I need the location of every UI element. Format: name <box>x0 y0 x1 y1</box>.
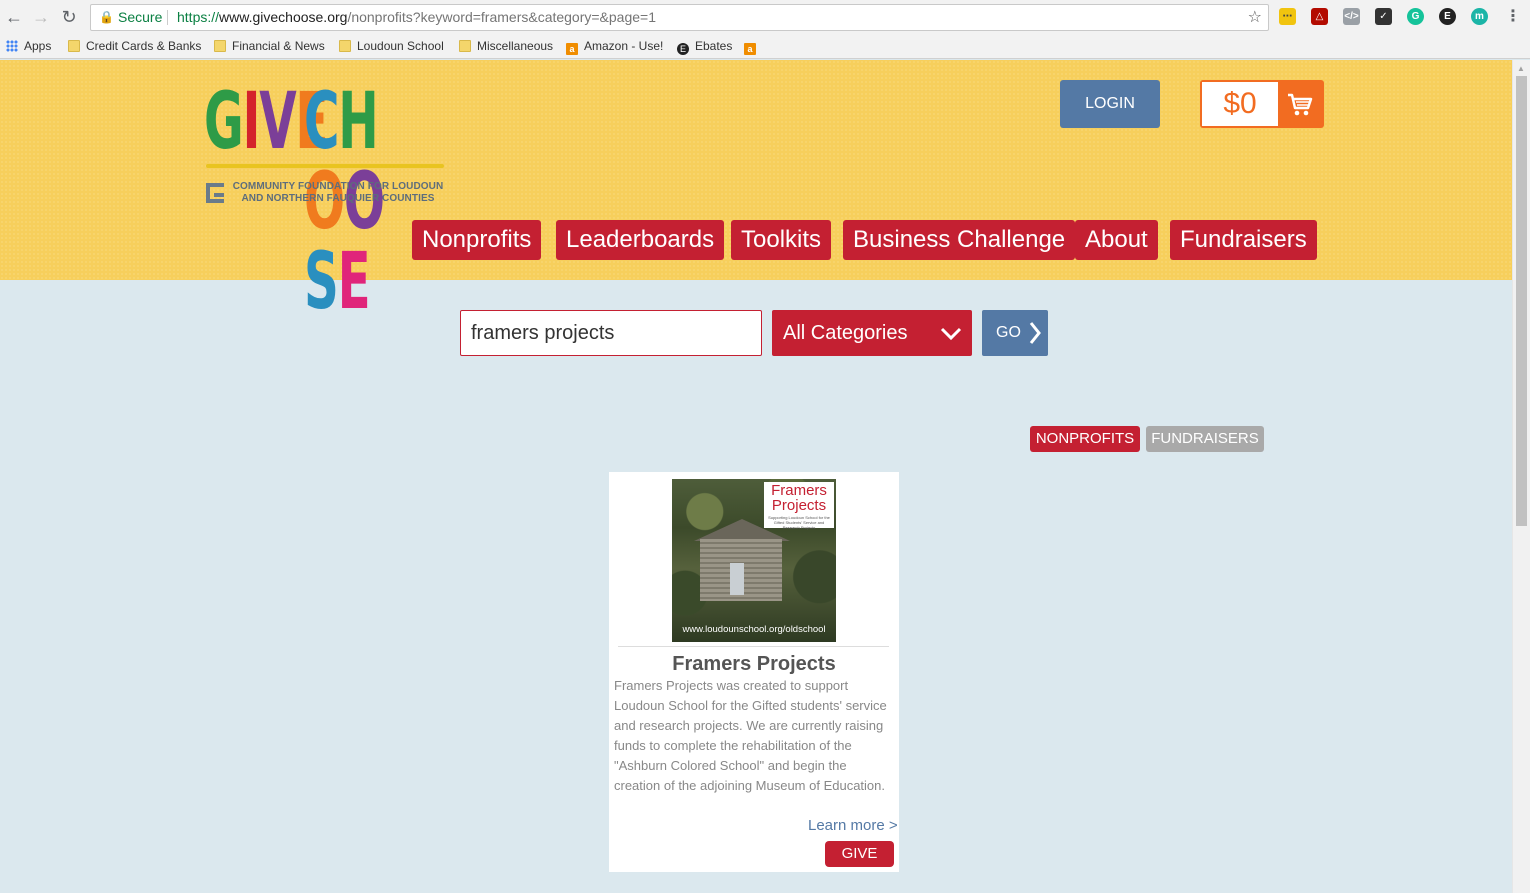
nav-toolkits[interactable]: Toolkits <box>731 220 832 260</box>
folder-icon <box>68 40 80 52</box>
go-button[interactable]: GO <box>982 310 1048 356</box>
lock-icon: 🔒 <box>99 10 114 24</box>
extension-ebates-icon[interactable]: E <box>1439 8 1456 25</box>
apps-grid-icon <box>6 40 18 52</box>
category-select-value: All Categories <box>783 322 908 344</box>
bookmark-credit-cards[interactable]: Credit Cards & Banks <box>68 38 201 55</box>
chevron-down-icon <box>940 327 962 341</box>
bookmark-amazon[interactable]: a Amazon - Use! <box>566 38 663 55</box>
image-title: Framers Projects <box>771 482 827 514</box>
search-input[interactable]: framers projects <box>460 310 762 356</box>
extension-pdf-icon[interactable]: △ <box>1311 8 1328 25</box>
nav-business-challenge[interactable]: Business Challenge <box>843 220 1076 260</box>
result-image[interactable]: Framers Projects Supporting Loudoun Scho… <box>672 479 836 642</box>
site-header: GIVE CHOOSE COMMUNITY FOUNDATION FOR LOU… <box>0 60 1512 322</box>
nav-about[interactable]: About <box>1075 220 1158 260</box>
amazon-icon: a <box>566 43 578 55</box>
bookmarks-bar: Apps Credit Cards & Banks Financial & Ne… <box>0 34 1530 59</box>
extension-m-icon[interactable]: m <box>1471 8 1488 25</box>
bookmark-financial-news[interactable]: Financial & News <box>214 38 325 55</box>
browser-menu-icon[interactable]: ⋮ <box>1505 6 1521 26</box>
logo-tagline: COMMUNITY FOUNDATION FOR LOUDOUN AND NOR… <box>232 181 444 204</box>
forward-icon[interactable]: → <box>31 7 51 27</box>
tab-nonprofits[interactable]: NONPROFITS <box>1030 426 1140 452</box>
result-title[interactable]: Framers Projects <box>609 653 899 676</box>
bookmark-star-icon[interactable]: ☆ <box>1248 5 1262 30</box>
cart-button[interactable]: $0 <box>1200 80 1324 128</box>
login-button[interactable]: LOGIN <box>1060 80 1160 128</box>
scrollbar-thumb[interactable] <box>1516 76 1527 526</box>
extension-grammarly-icon[interactable]: G <box>1407 8 1424 25</box>
site-logo[interactable]: GIVE CHOOSE COMMUNITY FOUNDATION FOR LOU… <box>204 82 449 322</box>
chevron-right-icon <box>1029 322 1041 344</box>
extension-check-icon[interactable]: ✓ <box>1375 8 1392 25</box>
extension-notes-icon[interactable]: ⋯ <box>1279 8 1296 25</box>
card-divider <box>618 646 889 647</box>
give-button[interactable]: GIVE <box>825 841 894 867</box>
nav-leaderboards[interactable]: Leaderboards <box>556 220 725 260</box>
result-card: Framers Projects Supporting Loudoun Scho… <box>609 472 899 872</box>
browser-toolbar: ← → ↻ 🔒 Secure https://www.givechoose.or… <box>0 0 1530 34</box>
go-button-label: GO <box>996 324 1021 341</box>
tab-fundraisers[interactable]: FUNDRAISERS <box>1146 426 1264 452</box>
back-icon[interactable]: ← <box>4 7 24 27</box>
nav-fundraisers[interactable]: Fundraisers <box>1170 220 1317 260</box>
ebates-icon: E <box>677 43 689 55</box>
bookmark-miscellaneous[interactable]: Miscellaneous <box>459 38 553 55</box>
scroll-up-icon[interactable]: ▲ <box>1517 64 1525 73</box>
foundation-logo-icon <box>206 183 224 203</box>
folder-icon <box>339 40 351 52</box>
nav-nonprofits[interactable]: Nonprofits <box>412 220 542 260</box>
image-subtitle: Supporting Loudoun School for the Gifted… <box>768 515 830 530</box>
bookmark-amazon-2[interactable]: a <box>744 38 762 55</box>
logo-underline <box>206 164 444 168</box>
page-content: GIVE CHOOSE COMMUNITY FOUNDATION FOR LOU… <box>0 60 1512 893</box>
address-bar[interactable]: 🔒 Secure https://www.givechoose.org/nonp… <box>90 4 1269 31</box>
address-divider <box>167 10 168 25</box>
shopping-cart-icon <box>1288 93 1313 116</box>
url-text: https://www.givechoose.org/nonprofits?ke… <box>177 9 657 25</box>
bookmark-apps[interactable]: Apps <box>6 38 51 55</box>
reload-icon[interactable]: ↻ <box>59 7 79 27</box>
category-select[interactable]: All Categories <box>772 310 972 356</box>
result-description: Framers Projects was created to support … <box>614 678 887 793</box>
bookmark-ebates[interactable]: E Ebates <box>677 38 732 55</box>
page-scrollbar[interactable]: ▲ <box>1512 60 1530 893</box>
bookmark-loudoun-school[interactable]: Loudoun School <box>339 38 444 55</box>
folder-icon <box>214 40 226 52</box>
cart-amount: $0 <box>1202 82 1278 126</box>
folder-icon <box>459 40 471 52</box>
secure-label: Secure <box>118 9 163 25</box>
image-door <box>730 563 744 595</box>
image-url-text: www.loudounschool.org/oldschool <box>682 624 826 635</box>
learn-more-link[interactable]: Learn more > <box>808 817 898 834</box>
amazon-icon: a <box>744 43 756 55</box>
extension-code-icon[interactable]: </> <box>1343 8 1360 25</box>
